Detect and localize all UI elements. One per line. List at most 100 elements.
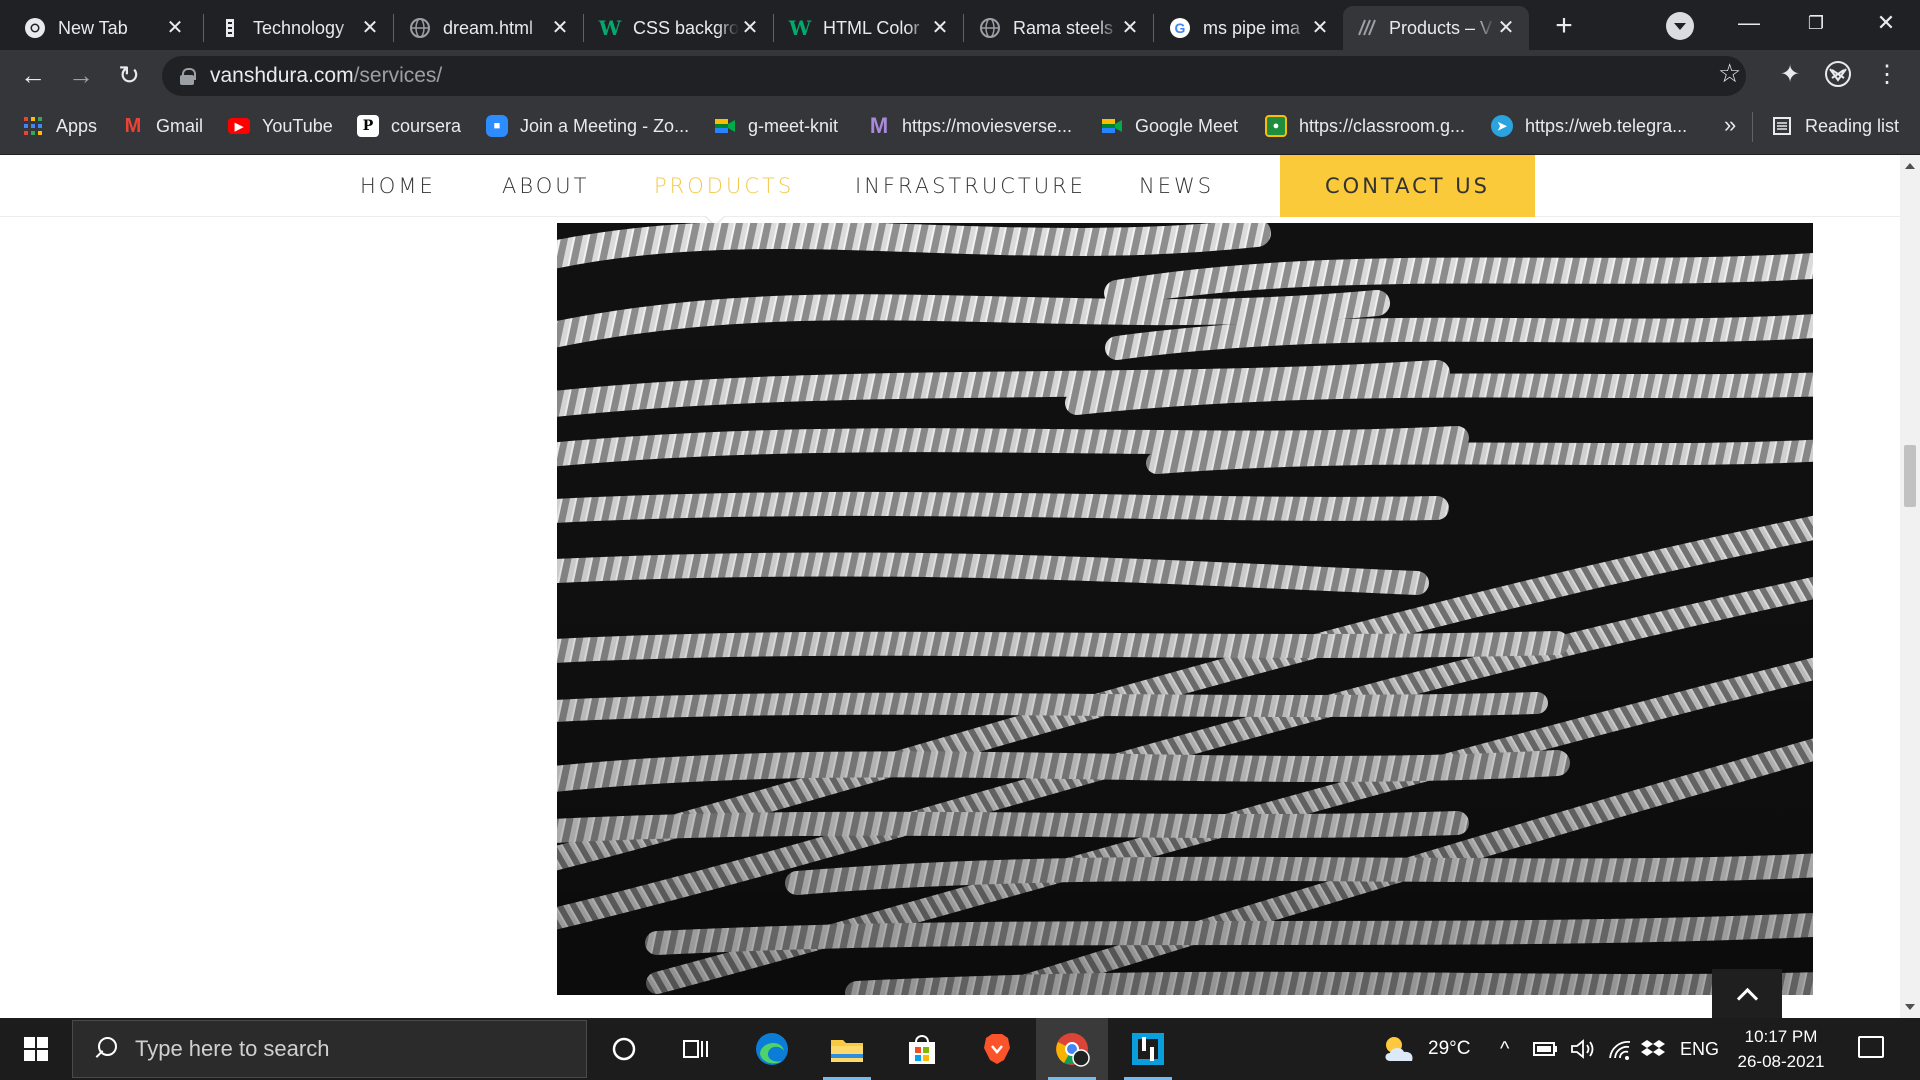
lock-icon[interactable] [180, 68, 196, 85]
edge-browser-icon[interactable] [736, 1018, 808, 1080]
apps-grid-icon [22, 115, 44, 137]
bookmark-g-meet-knit[interactable]: g-meet-knit [714, 100, 838, 152]
close-icon[interactable]: ✕ [739, 17, 761, 39]
back-arrow-icon[interactable]: ← [18, 60, 48, 90]
bookmark-label: https://moviesverse... [902, 115, 1073, 136]
moviesverse-icon: M [869, 113, 889, 138]
bookmarks-bar: Apps M Gmail ▶ YouTube P coursera ■ Join… [0, 100, 1920, 155]
notification-center-icon[interactable] [1858, 1036, 1884, 1058]
tab-css-background[interactable]: W CSS backgro ✕ [587, 6, 773, 50]
contact-us-button[interactable]: CONTACT US [1280, 155, 1535, 217]
close-window-button[interactable]: ✕ [1866, 8, 1906, 38]
scroll-up-arrow-icon[interactable] [1905, 163, 1915, 169]
restore-button[interactable]: ❐ [1796, 8, 1836, 38]
wifi-icon[interactable] [1607, 1018, 1633, 1080]
bookmark-label: https://classroom.g... [1299, 115, 1466, 136]
page-scrollbar[interactable] [1900, 155, 1920, 1018]
cortana-icon[interactable] [588, 1018, 660, 1080]
taskbar-search-box[interactable]: Type here to search [72, 1020, 587, 1078]
close-icon[interactable]: ✕ [1119, 17, 1141, 39]
tab-new-tab[interactable]: New Tab ✕ [12, 6, 198, 50]
tab-products-active[interactable]: Products – V ✕ [1343, 6, 1529, 50]
close-icon[interactable]: ✕ [929, 17, 951, 39]
bookmark-zoom[interactable]: ■ Join a Meeting - Zo... [486, 100, 689, 152]
minimize-button[interactable]: — [1729, 8, 1769, 38]
new-tab-button[interactable]: + [1548, 10, 1580, 42]
reading-list-button[interactable]: Reading list [1771, 100, 1899, 152]
steel-rebar-photo [557, 223, 1813, 995]
chrome-menu-icon[interactable]: ⋮ [1872, 60, 1902, 90]
reload-icon[interactable]: ↻ [114, 60, 144, 90]
youtube-icon: ▶ [228, 118, 250, 134]
microsoft-store-icon[interactable] [886, 1018, 958, 1080]
tab-dream-html[interactable]: dream.html ✕ [397, 6, 583, 50]
tab-title: dream.html [443, 17, 534, 38]
clock-date: 26-08-2021 [1737, 1052, 1825, 1071]
extensions-puzzle-icon[interactable]: ✦ [1775, 60, 1805, 90]
tab-title: ms pipe ima [1203, 17, 1301, 38]
reading-list-icon [1771, 115, 1793, 137]
bookmark-moviesverse[interactable]: M https://moviesverse... [868, 100, 1072, 152]
taskbar-search-placeholder: Type here to search [135, 1036, 330, 1061]
bookmark-label: Join a Meeting - Zo... [520, 115, 690, 136]
dropbox-icon[interactable] [1641, 1018, 1665, 1080]
tab-title: Technology [253, 17, 345, 38]
bookmark-label: YouTube [262, 115, 333, 136]
scrollbar-thumb[interactable] [1904, 445, 1916, 507]
browser-toolbar: ← → ↻ vanshdura.com/services/ ☆ ✦ ⋮ [0, 50, 1920, 100]
technology-site-icon [219, 17, 241, 39]
tab-ms-pipe-images[interactable]: G ms pipe ima ✕ [1157, 6, 1343, 50]
tab-title: Rama steels [1013, 17, 1114, 38]
bookmark-telegram[interactable]: ➤ https://web.telegra... [1491, 100, 1687, 152]
scroll-down-arrow-icon[interactable] [1905, 1004, 1915, 1010]
tab-search-icon[interactable] [1666, 12, 1694, 40]
nav-link-infrastructure[interactable]: INFRASTRUCTURE [855, 155, 1086, 217]
nav-link-home[interactable]: HOME [360, 155, 436, 217]
more-bookmarks-chevron-icon[interactable]: » [1724, 112, 1736, 138]
tab-title: CSS backgro [633, 17, 739, 38]
code-editor-icon[interactable] [1112, 1018, 1184, 1080]
forward-arrow-icon[interactable]: → [66, 60, 96, 90]
w3schools-icon: W [598, 16, 622, 40]
google-classroom-icon: ● [1265, 115, 1287, 137]
bookmark-google-meet[interactable]: Google Meet [1101, 100, 1238, 152]
tab-title: Products – V [1389, 17, 1493, 38]
bookmark-label: coursera [391, 115, 462, 136]
zoom-icon: ■ [486, 115, 508, 137]
close-icon[interactable]: ✕ [1309, 17, 1331, 39]
tab-html-color[interactable]: W HTML Color ✕ [777, 6, 963, 50]
profile-avatar-icon[interactable] [1823, 60, 1853, 90]
task-view-icon[interactable] [660, 1018, 732, 1080]
volume-icon[interactable] [1570, 1018, 1596, 1080]
tab-rama-steels[interactable]: Rama steels ✕ [967, 6, 1153, 50]
tab-title: HTML Color [823, 17, 920, 38]
brave-browser-icon[interactable] [961, 1018, 1033, 1080]
bookmark-star-icon[interactable]: ☆ [1718, 58, 1741, 89]
weather-widget[interactable]: 29°C [1380, 1018, 1470, 1080]
scroll-to-top-button[interactable] [1712, 969, 1782, 1018]
nav-link-about[interactable]: ABOUT [502, 155, 589, 217]
taskbar-clock[interactable]: 10:17 PM 26-08-2021 [1726, 1024, 1836, 1074]
bookmark-apps[interactable]: Apps [22, 100, 97, 152]
bookmark-youtube[interactable]: ▶ YouTube [228, 100, 333, 152]
battery-icon[interactable] [1533, 1018, 1559, 1080]
globe-icon [409, 17, 431, 39]
file-explorer-icon[interactable] [811, 1018, 883, 1080]
close-icon[interactable]: ✕ [1495, 17, 1517, 39]
tab-technology[interactable]: Technology ✕ [207, 6, 393, 50]
close-icon[interactable]: ✕ [164, 17, 186, 39]
input-language[interactable]: ENG [1680, 1018, 1719, 1080]
bookmark-gmail[interactable]: M Gmail [122, 100, 203, 152]
bookmark-label: g-meet-knit [748, 115, 839, 136]
nav-link-news[interactable]: NEWS [1139, 155, 1214, 217]
chrome-taskbar-icon[interactable] [1036, 1018, 1108, 1080]
svg-text:G: G [1175, 20, 1186, 36]
address-bar[interactable]: vanshdura.com/services/ [162, 56, 1746, 96]
bookmark-coursera[interactable]: P coursera [357, 100, 461, 152]
close-icon[interactable]: ✕ [359, 17, 381, 39]
show-hidden-icons-chevron-icon[interactable]: ^ [1500, 1018, 1509, 1080]
start-button[interactable] [0, 1018, 72, 1080]
close-icon[interactable]: ✕ [549, 17, 571, 39]
nav-link-products[interactable]: PRODUCTS [654, 155, 794, 217]
bookmark-classroom[interactable]: ● https://classroom.g... [1265, 100, 1465, 152]
